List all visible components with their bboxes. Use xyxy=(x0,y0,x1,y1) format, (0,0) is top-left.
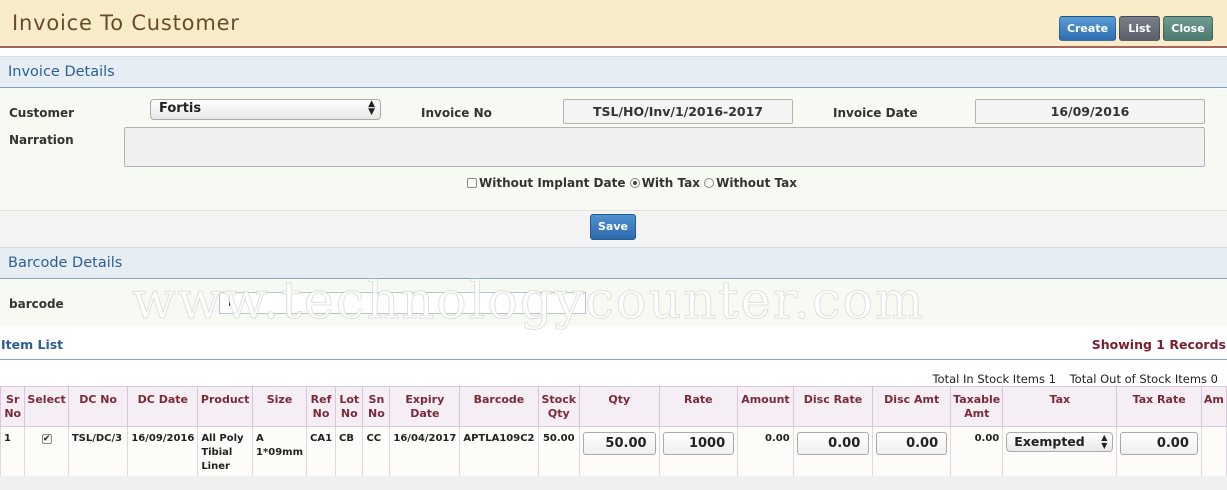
close-button[interactable]: Close xyxy=(1163,16,1213,41)
page-title: Invoice To Customer xyxy=(12,11,240,35)
tax-rate-input[interactable]: 0.00 xyxy=(1120,432,1198,455)
barcode-details-title: Barcode Details xyxy=(8,255,123,271)
cell-amount: 0.00 xyxy=(737,426,794,477)
narration-textarea[interactable] xyxy=(124,127,1205,167)
cell-product: All Poly Tibial Liner xyxy=(197,426,254,477)
title-bar: Invoice To Customer Create List Close xyxy=(0,0,1227,48)
cell-sn-no: CC xyxy=(362,426,391,477)
cell-am xyxy=(1200,426,1227,477)
invoice-no-label: Invoice No xyxy=(421,106,492,120)
col-ref-no: Ref No xyxy=(305,386,337,427)
save-row: Save xyxy=(0,210,1227,247)
col-size: Size xyxy=(252,386,307,427)
text-caret xyxy=(229,293,230,306)
col-dc-date: DC Date xyxy=(127,386,199,427)
with-tax-radio[interactable] xyxy=(629,178,640,188)
item-list-divider xyxy=(0,359,1227,360)
cell-size: A 1*09mm xyxy=(252,426,307,477)
cell-ref-no: CA1 xyxy=(305,426,337,477)
cell-dc-date: 16/09/2016 xyxy=(127,426,199,477)
cell-lot-no: CB xyxy=(335,426,364,477)
table-header-row: Sr No Select DC No DC Date Product Size … xyxy=(0,386,1227,427)
cell-taxable-amt: 0.00 xyxy=(950,426,1004,477)
with-tax-label: With Tax xyxy=(641,176,700,190)
col-amount: Amount xyxy=(737,386,794,427)
invoice-no-field[interactable]: TSL/HO/Inv/1/2016-2017 xyxy=(563,99,793,124)
table-footer-strip xyxy=(0,476,1227,490)
col-lot-no: Lot No xyxy=(335,386,364,427)
disc-amt-input[interactable]: 0.00 xyxy=(876,432,948,455)
tax-select[interactable]: Exempted ▲ ▼ xyxy=(1006,432,1114,452)
records-count: Showing 1 Records xyxy=(1091,337,1226,352)
cell-qty: 50.00 xyxy=(579,426,660,477)
table-row: 1 ✔ TSL/DC/3 16/09/2016 All Poly Tibial … xyxy=(0,426,1227,477)
save-button[interactable]: Save xyxy=(590,214,636,240)
select-arrows-icon: ▲ ▼ xyxy=(368,99,375,117)
rate-input[interactable]: 1000 xyxy=(662,432,735,455)
item-table: Sr No Select DC No DC Date Product Size … xyxy=(0,386,1227,477)
item-list-title: Item List xyxy=(1,337,64,352)
col-tax-rate: Tax Rate xyxy=(1116,386,1202,427)
cell-sr-no: 1 xyxy=(0,426,26,477)
without-tax-label: Without Tax xyxy=(716,176,797,190)
col-product: Product xyxy=(197,386,254,427)
total-out-of-stock: Total Out of Stock Items 0 xyxy=(1069,372,1218,386)
cell-disc-rate: 0.00 xyxy=(792,426,874,477)
narration-label: Narration xyxy=(9,133,74,147)
invoice-date-label: Invoice Date xyxy=(833,106,918,120)
tax-options: Without Implant Date With Tax Without Ta… xyxy=(467,176,797,190)
barcode-label: barcode xyxy=(9,297,64,311)
invoice-date-field[interactable]: 16/09/2016 xyxy=(975,99,1205,124)
cell-rate: 1000 xyxy=(658,426,739,477)
without-tax-radio[interactable] xyxy=(704,178,715,188)
col-expiry-date: Expiry Date xyxy=(389,386,461,427)
cell-select: ✔ xyxy=(24,426,69,477)
without-implant-date-checkbox[interactable] xyxy=(467,178,477,188)
barcode-input[interactable] xyxy=(219,292,586,314)
total-in-stock: Total In Stock Items 1 xyxy=(932,372,1056,386)
cell-stock-qty: 50.00 xyxy=(537,426,581,477)
col-stock-qty: Stock Qty xyxy=(537,386,581,427)
customer-label: Customer xyxy=(9,106,75,120)
col-sr-no: Sr No xyxy=(0,386,26,427)
invoice-details-header: Invoice Details xyxy=(0,56,1227,88)
col-sn-no: Sn No xyxy=(362,386,391,427)
row-select-checkbox[interactable]: ✔ xyxy=(41,434,52,444)
col-tax: Tax xyxy=(1002,386,1118,427)
tax-select-value: Exempted xyxy=(1014,434,1085,449)
col-qty: Qty xyxy=(579,386,660,427)
cell-dc-no: TSL/DC/3 xyxy=(67,426,129,477)
cell-expiry-date: 16/04/2017 xyxy=(389,426,461,477)
select-arrows-icon: ▲ ▼ xyxy=(1101,433,1108,450)
cell-tax: Exempted ▲ ▼ xyxy=(1002,426,1118,477)
cell-disc-amt: 0.00 xyxy=(872,426,952,477)
invoice-page: Invoice To Customer Create List Close In… xyxy=(0,0,1227,490)
cell-tax-rate: 0.00 xyxy=(1116,426,1202,477)
customer-value: Fortis xyxy=(159,101,202,116)
invoice-details-title: Invoice Details xyxy=(8,64,115,80)
col-barcode: Barcode xyxy=(459,386,539,427)
col-rate: Rate xyxy=(658,386,739,427)
barcode-details-header: Barcode Details xyxy=(0,247,1227,279)
cell-barcode: APTLA109C2 xyxy=(459,426,539,477)
col-am: Am xyxy=(1200,386,1227,427)
col-taxable-amt: Taxable Amt xyxy=(950,386,1004,427)
list-button[interactable]: List xyxy=(1119,16,1160,41)
col-select: Select xyxy=(24,386,69,427)
col-dc-no: DC No xyxy=(67,386,129,427)
qty-input[interactable]: 50.00 xyxy=(583,432,656,455)
barcode-form xyxy=(0,280,1227,326)
col-disc-rate: Disc Rate xyxy=(792,386,874,427)
without-implant-date-label: Without Implant Date xyxy=(479,176,626,190)
customer-select[interactable]: Fortis ▲ ▼ xyxy=(150,99,381,120)
disc-rate-input[interactable]: 0.00 xyxy=(796,432,870,455)
col-disc-amt: Disc Amt xyxy=(872,386,952,427)
create-button[interactable]: Create xyxy=(1059,16,1116,41)
stock-summary: Total In Stock Items 1 Total Out of Stoc… xyxy=(922,372,1218,386)
